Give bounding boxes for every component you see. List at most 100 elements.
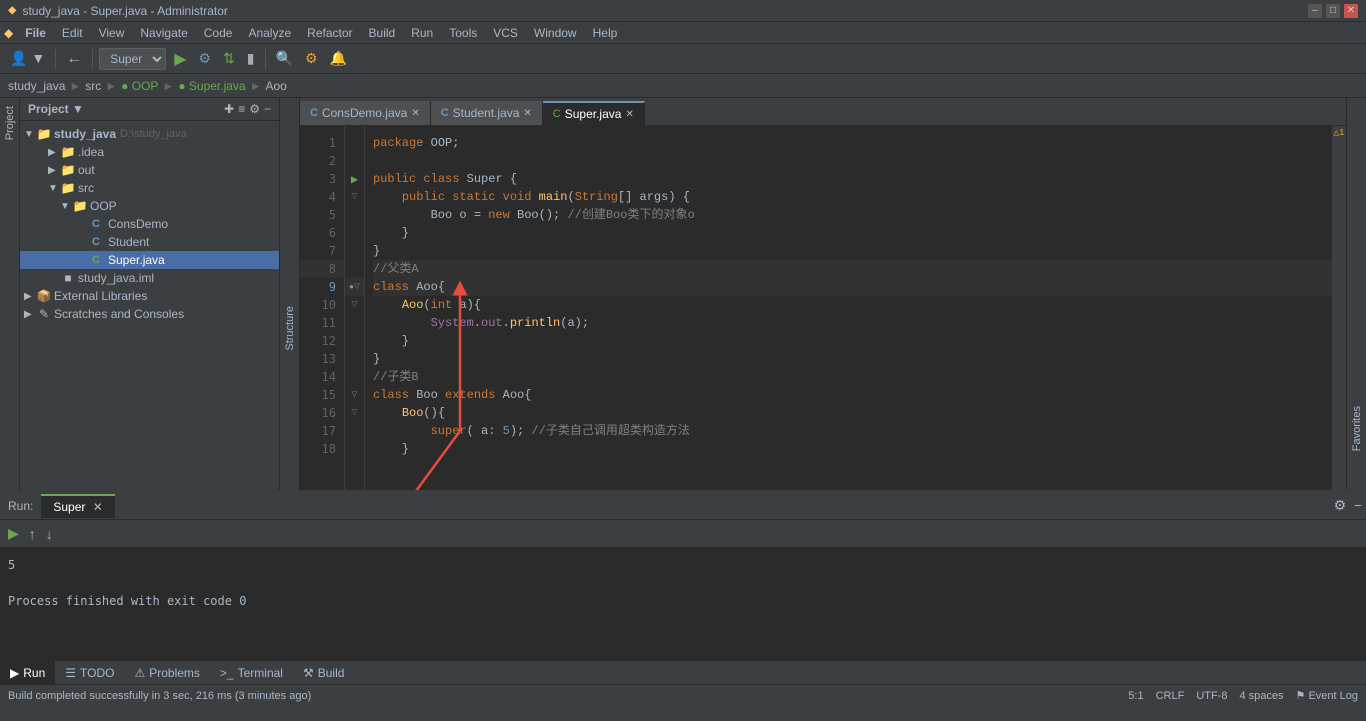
bottom-minimize-btn[interactable]: − [1354,498,1362,513]
sidebar-add-btn[interactable]: ✚ [224,102,234,116]
project-tab[interactable]: Project [1,98,19,148]
tab-consdemo[interactable]: C ConsDemo.java ✕ [300,101,431,125]
search-everywhere-btn[interactable]: 🔍 [272,48,297,69]
structure-tab[interactable]: Structure [281,298,299,359]
student-tab-close[interactable]: ✕ [523,108,531,119]
run-config-select[interactable]: Super [99,48,166,70]
nav-problems[interactable]: ⚠ Problems [124,661,209,684]
settings-btn[interactable]: ⚙ [301,48,322,69]
fold-9[interactable]: ▽ [354,281,360,293]
sidebar-collapse-btn[interactable]: ≡ [238,102,245,116]
bottom-settings-btn[interactable]: ⚙ [1334,497,1347,514]
menu-vcs[interactable]: VCS [485,24,526,42]
toolbar-user-btn[interactable]: 👤 ▼ [6,48,49,69]
super-tab-close[interactable]: ✕ [625,109,633,120]
status-crlf[interactable]: CRLF [1156,690,1185,702]
toolbar-back-btn[interactable]: ← [62,48,86,70]
tree-item-super[interactable]: C Super.java [20,251,279,269]
tab-super[interactable]: C Super.java ✕ [543,101,645,125]
tab-student[interactable]: C Student.java ✕ [431,101,543,125]
sidebar-header-icons: ✚ ≡ ⚙ − [224,102,271,116]
tree-arrow-idea: ▶ [48,147,60,158]
coverage-button[interactable]: ▮ [243,48,259,69]
menu-bar: ◆ File Edit View Navigate Code Analyze R… [0,22,1366,44]
nav-terminal[interactable]: >_ Terminal [210,661,293,684]
minimize-button[interactable]: – [1308,4,1322,18]
consdemo-tab-close[interactable]: ✕ [411,108,419,119]
close-button[interactable]: ✕ [1344,4,1358,18]
menu-navigate[interactable]: Navigate [132,24,195,42]
run-scroll-up[interactable]: ↑ [25,524,40,544]
run-super-tab[interactable]: Super ✕ [41,494,114,518]
fold-4[interactable]: ▽ [351,191,357,203]
line-num-3: 3 [300,170,344,188]
build-button[interactable]: ⚙ [195,48,216,69]
sidebar-settings-btn[interactable]: ⚙ [249,102,260,116]
run-scroll-down[interactable]: ↓ [42,524,57,544]
tree-item-oop[interactable]: ▼ 📁 OOP [20,197,279,215]
nav-build[interactable]: ⚒ Build [293,661,354,684]
menu-code[interactable]: Code [196,24,241,42]
nav-run[interactable]: ▶ Run [0,661,55,684]
breadcrumb-file[interactable]: ● Super.java [178,79,245,93]
project-folder-icon: 📁 [36,127,52,141]
breadcrumb-class[interactable]: Aoo [266,79,287,93]
tree-item-student[interactable]: C Student [20,233,279,251]
breadcrumb-sep-4: ► [250,79,262,93]
maximize-button[interactable]: □ [1326,4,1340,18]
line-num-18: 18 [300,440,344,458]
toolbar-sep-2 [92,49,93,69]
console-success-msg: Process finished with exit code 0 [8,594,246,608]
gutter: ▶ ▽ ● ▽ ▽ [345,126,365,490]
status-charset[interactable]: UTF-8 [1196,690,1227,702]
tree-item-root[interactable]: ▼ 📁 study_java D:\study_java [20,125,279,143]
tree-item-out[interactable]: ▶ 📁 out [20,161,279,179]
menu-run[interactable]: Run [403,24,441,42]
line-num-8: 8 [300,260,344,278]
sidebar-close-btn[interactable]: − [264,102,271,116]
editor-area: C ConsDemo.java ✕ C Student.java ✕ C Sup… [300,98,1346,490]
menu-view[interactable]: View [91,24,133,42]
menu-refactor[interactable]: Refactor [299,24,360,42]
menu-edit[interactable]: Edit [54,24,91,42]
status-indent[interactable]: 4 spaces [1239,690,1283,702]
breadcrumb-src[interactable]: src [85,79,101,93]
console-line-blank [8,574,1358,592]
tree-item-iml[interactable]: ■ study_java.iml [20,269,279,287]
fold-10[interactable]: ▽ [351,299,357,311]
notifications-btn[interactable]: 🔔 [326,48,351,69]
update-button[interactable]: ⇅ [219,48,239,69]
status-position[interactable]: 5:1 [1128,690,1143,702]
fold-16[interactable]: ▽ [351,407,357,419]
menu-help[interactable]: Help [585,24,626,42]
menu-analyze[interactable]: Analyze [240,24,299,42]
tree-item-src[interactable]: ▼ 📁 src [20,179,279,197]
run-restart-btn[interactable]: ▶ [4,523,23,544]
tree-item-consdemo[interactable]: C ConsDemo [20,215,279,233]
tree-arrow-root: ▼ [24,129,36,140]
code-editor[interactable]: 1 2 3 4 5 6 7 8 9 10 11 12 13 14 15 16 1… [300,126,1346,490]
run-super-tab-close[interactable]: ✕ [93,500,103,514]
line-num-6: 6 [300,224,344,242]
console-value: 5 [8,558,15,572]
menu-build[interactable]: Build [361,24,404,42]
run-button[interactable]: ▶ [170,47,190,71]
menu-tools[interactable]: Tools [441,24,485,42]
breadcrumb-project[interactable]: study_java [8,79,65,93]
run-gutter-icon-3[interactable]: ▶ [351,172,358,187]
favorites-tab[interactable]: Favorites [1348,398,1366,459]
menu-file[interactable]: File [17,24,54,42]
tree-item-idea[interactable]: ▶ 📁 .idea [20,143,279,161]
fold-15[interactable]: ▽ [351,389,357,401]
gutter-8 [345,260,364,278]
tree-item-scratches[interactable]: ▶ ✎ Scratches and Consoles [20,305,279,323]
breadcrumb-oop[interactable]: ● OOP [121,79,158,93]
todo-nav-label: TODO [80,666,114,680]
gutter-6 [345,224,364,242]
code-content[interactable]: package OOP; public class Super { public… [365,126,1332,490]
nav-todo[interactable]: ☰ TODO [55,661,124,684]
gutter-13 [345,350,364,368]
tree-item-extlibs[interactable]: ▶ 📦 External Libraries [20,287,279,305]
status-event-log[interactable]: ⚑ Event Log [1296,689,1358,702]
menu-window[interactable]: Window [526,24,585,42]
